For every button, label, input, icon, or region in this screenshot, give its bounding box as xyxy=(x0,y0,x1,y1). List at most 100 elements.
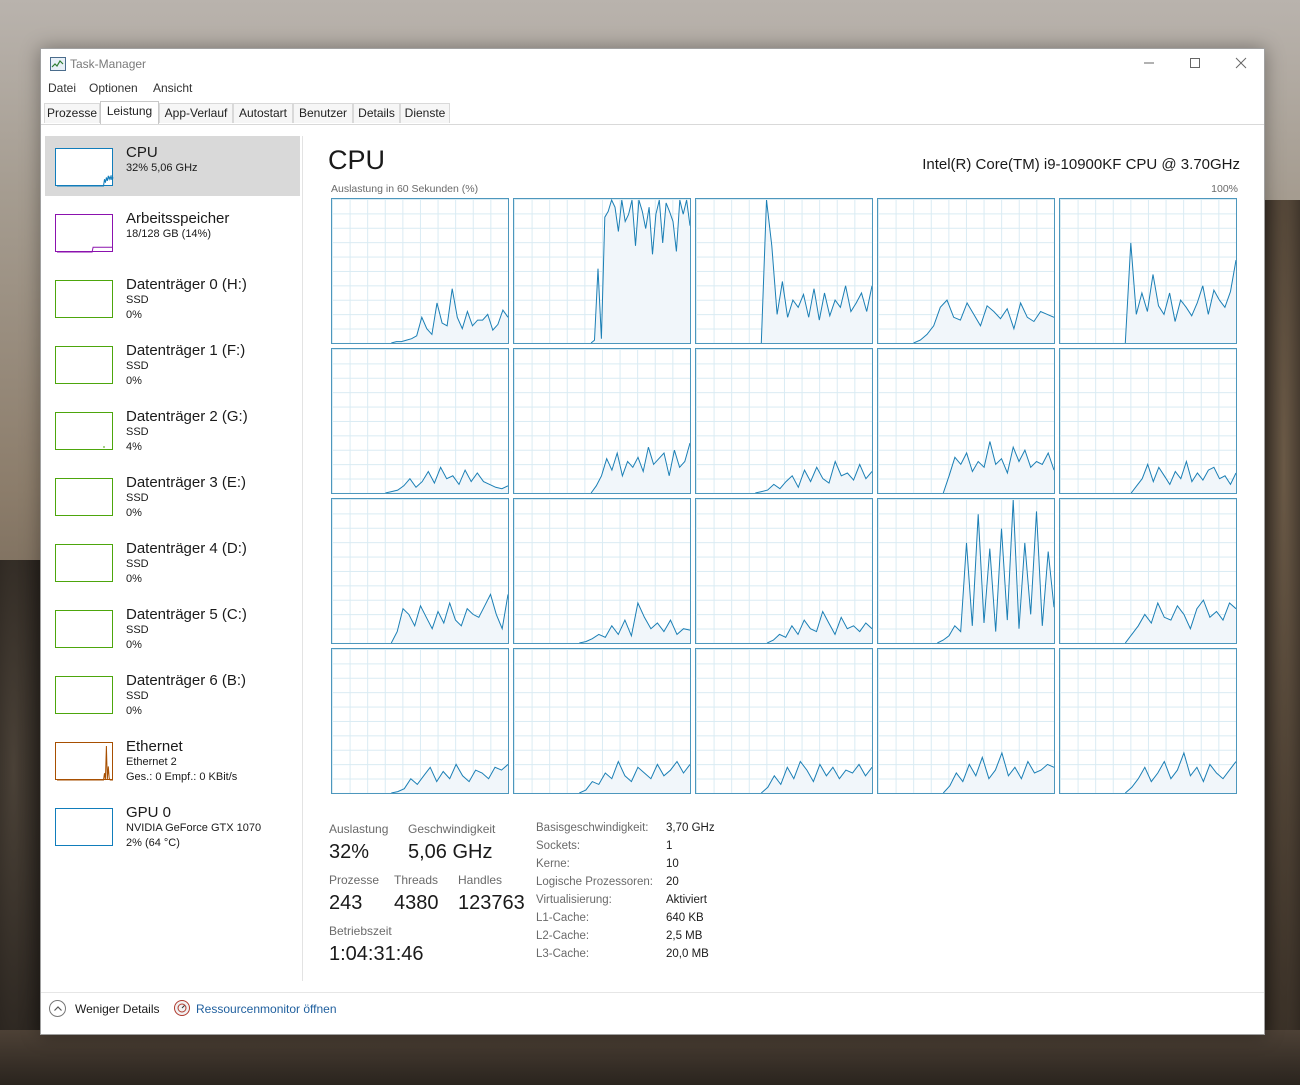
cpu-usage-series xyxy=(942,441,1054,493)
sidebar-sparkline xyxy=(57,745,113,781)
maximize-button[interactable] xyxy=(1172,49,1218,79)
info-label: L3-Cache: xyxy=(536,948,590,960)
menu-ansicht[interactable]: Ansicht xyxy=(153,81,192,95)
logical-processor-chart-10 xyxy=(331,498,509,644)
threads-value: 4380 xyxy=(394,892,439,914)
speed-value: 5,06 GHz xyxy=(408,841,493,863)
cpu-usage-series xyxy=(391,763,508,793)
cpu-usage-series xyxy=(590,199,690,343)
tab-benutzer[interactable]: Benutzer xyxy=(293,103,353,123)
sidebar-item-title: Datenträger 5 (C:) xyxy=(126,606,247,623)
sidebar-item-detail: SSD xyxy=(126,558,149,570)
info-value: 20 xyxy=(666,876,679,888)
sidebar-thumbnail-graph xyxy=(55,544,113,582)
menu-optionen[interactable]: Optionen xyxy=(89,81,138,95)
cpu-usage-series xyxy=(390,593,508,643)
cpu-usage-area xyxy=(761,761,872,793)
logical-processor-chart-grid xyxy=(331,198,1238,796)
sidebar-item-detail: 2% (64 °C) xyxy=(126,837,180,849)
sidebar-item-3[interactable]: Datenträger 0 (H:) SSD 0% xyxy=(45,268,300,328)
sidebar-item-7[interactable]: Datenträger 4 (D:) SSD 0% xyxy=(45,532,300,592)
info-label: Virtualisierung: xyxy=(536,894,612,906)
tab-leistung[interactable]: Leistung xyxy=(100,101,159,124)
background-rock-right xyxy=(1260,200,1300,1085)
handles-label: Handles xyxy=(458,873,503,887)
sidebar-item-detail: 0% xyxy=(126,705,142,717)
cpu-usage-series xyxy=(579,601,690,643)
close-button[interactable] xyxy=(1218,49,1264,79)
sidebar-item-4[interactable]: Datenträger 1 (F:) SSD 0% xyxy=(45,334,300,394)
uptime-value: 1:04:31:46 xyxy=(329,943,424,965)
cpu-usage-series xyxy=(385,466,508,493)
info-value: 640 KB xyxy=(666,912,704,924)
cpu-usage-series xyxy=(942,751,1054,793)
sidebar-item-title: Datenträger 2 (G:) xyxy=(126,408,248,425)
tab-details[interactable]: Details xyxy=(353,103,400,123)
logical-processor-chart-17 xyxy=(695,648,873,794)
sidebar-item-8[interactable]: Datenträger 5 (C:) SSD 0% xyxy=(45,598,300,658)
sidebar-thumbnail-graph xyxy=(55,742,113,781)
logical-processor-chart-18 xyxy=(877,648,1055,794)
sidebar-item-11[interactable]: GPU 0 NVIDIA GeForce GTX 1070 2% (64 °C) xyxy=(45,796,300,856)
background-ground xyxy=(0,1030,1300,1085)
sidebar-sparkline xyxy=(57,174,114,187)
sidebar-item-title: Ethernet xyxy=(126,738,183,755)
chart-max-label: 100% xyxy=(1211,183,1238,195)
close-icon xyxy=(1235,57,1247,69)
info-label: Kerne: xyxy=(536,858,570,870)
sidebar-item-10[interactable]: Ethernet Ethernet 2 Ges.: 0 Empf.: 0 KBit/… xyxy=(45,730,300,790)
cpu-usage-area xyxy=(1125,753,1236,793)
minimize-button[interactable] xyxy=(1126,49,1172,79)
cpu-usage-area xyxy=(937,500,1054,643)
sidebar-thumbnail-graph xyxy=(55,808,113,846)
logical-processor-chart-14 xyxy=(1059,498,1237,644)
logical-processor-chart-9 xyxy=(1059,348,1237,494)
sidebar-item-2[interactable]: Arbeitsspeicher 18/128 GB (14%) xyxy=(45,202,300,262)
info-label: Logische Prozessoren: xyxy=(536,876,653,888)
info-label: L1-Cache: xyxy=(536,912,590,924)
sidebar-item-9[interactable]: Datenträger 6 (B:) SSD 0% xyxy=(45,664,300,724)
sidebar-item-detail: 0% xyxy=(126,573,142,585)
logical-processor-chart-1 xyxy=(513,198,691,344)
sidebar-thumbnail-graph xyxy=(55,676,113,714)
cpu-usage-area xyxy=(1125,600,1236,643)
resource-monitor-label: Ressourcenmonitor öffnen xyxy=(196,1002,337,1016)
logical-processor-chart-7 xyxy=(695,348,873,494)
maximize-icon xyxy=(1190,58,1200,68)
sidebar-thumbnail-graph xyxy=(55,412,113,450)
footer-divider xyxy=(41,992,1264,993)
cpu-usage-series xyxy=(755,460,872,493)
logical-processor-chart-8 xyxy=(877,348,1055,494)
menu-datei[interactable]: Datei xyxy=(48,81,76,95)
logical-processor-chart-3 xyxy=(877,198,1055,344)
tab-app-verlauf[interactable]: App-Verlauf xyxy=(159,103,233,123)
sidebar-item-title: Datenträger 6 (B:) xyxy=(126,672,247,689)
sidebar-thumbnail-graph xyxy=(55,610,113,648)
sidebar-item-detail: SSD xyxy=(126,690,149,702)
sidebar-item-detail: 0% xyxy=(126,375,142,387)
sidebar-item-6[interactable]: Datenträger 3 (E:) SSD 0% xyxy=(45,466,300,526)
sidebar-item-detail: Ethernet 2 xyxy=(126,756,177,768)
tab-autostart[interactable]: Autostart xyxy=(233,103,293,123)
info-value: 10 xyxy=(666,858,679,870)
cpu-usage-series xyxy=(913,299,1054,343)
processes-value: 243 xyxy=(329,892,363,914)
cpu-usage-area xyxy=(579,603,690,643)
sidebar-item-5[interactable]: Datenträger 2 (G:) SSD 4% xyxy=(45,400,300,460)
sidebar-item-detail: 0% xyxy=(126,309,142,321)
sidebar-item-detail: SSD xyxy=(126,360,149,372)
logical-processor-chart-19 xyxy=(1059,648,1237,794)
sidebar-item-1[interactable]: CPU 32% 5,06 GHz xyxy=(45,136,300,196)
tab-dienste[interactable]: Dienste xyxy=(400,103,450,123)
info-label: Basisgeschwindigkeit: xyxy=(536,822,649,834)
tab-prozesse[interactable]: Prozesse xyxy=(44,103,100,123)
title-bar[interactable]: Task-Manager xyxy=(41,49,1264,79)
info-value: 20,0 MB xyxy=(666,948,709,960)
chart-caption: Auslastung in 60 Sekunden (%) xyxy=(331,183,479,195)
cpu-usage-series xyxy=(766,610,872,643)
page-title: CPU xyxy=(328,145,386,175)
task-manager-icon xyxy=(50,57,66,71)
sidebar-item-detail: 0% xyxy=(126,639,142,651)
sidebar-divider xyxy=(302,136,303,981)
uptime-label: Betriebszeit xyxy=(329,924,392,938)
